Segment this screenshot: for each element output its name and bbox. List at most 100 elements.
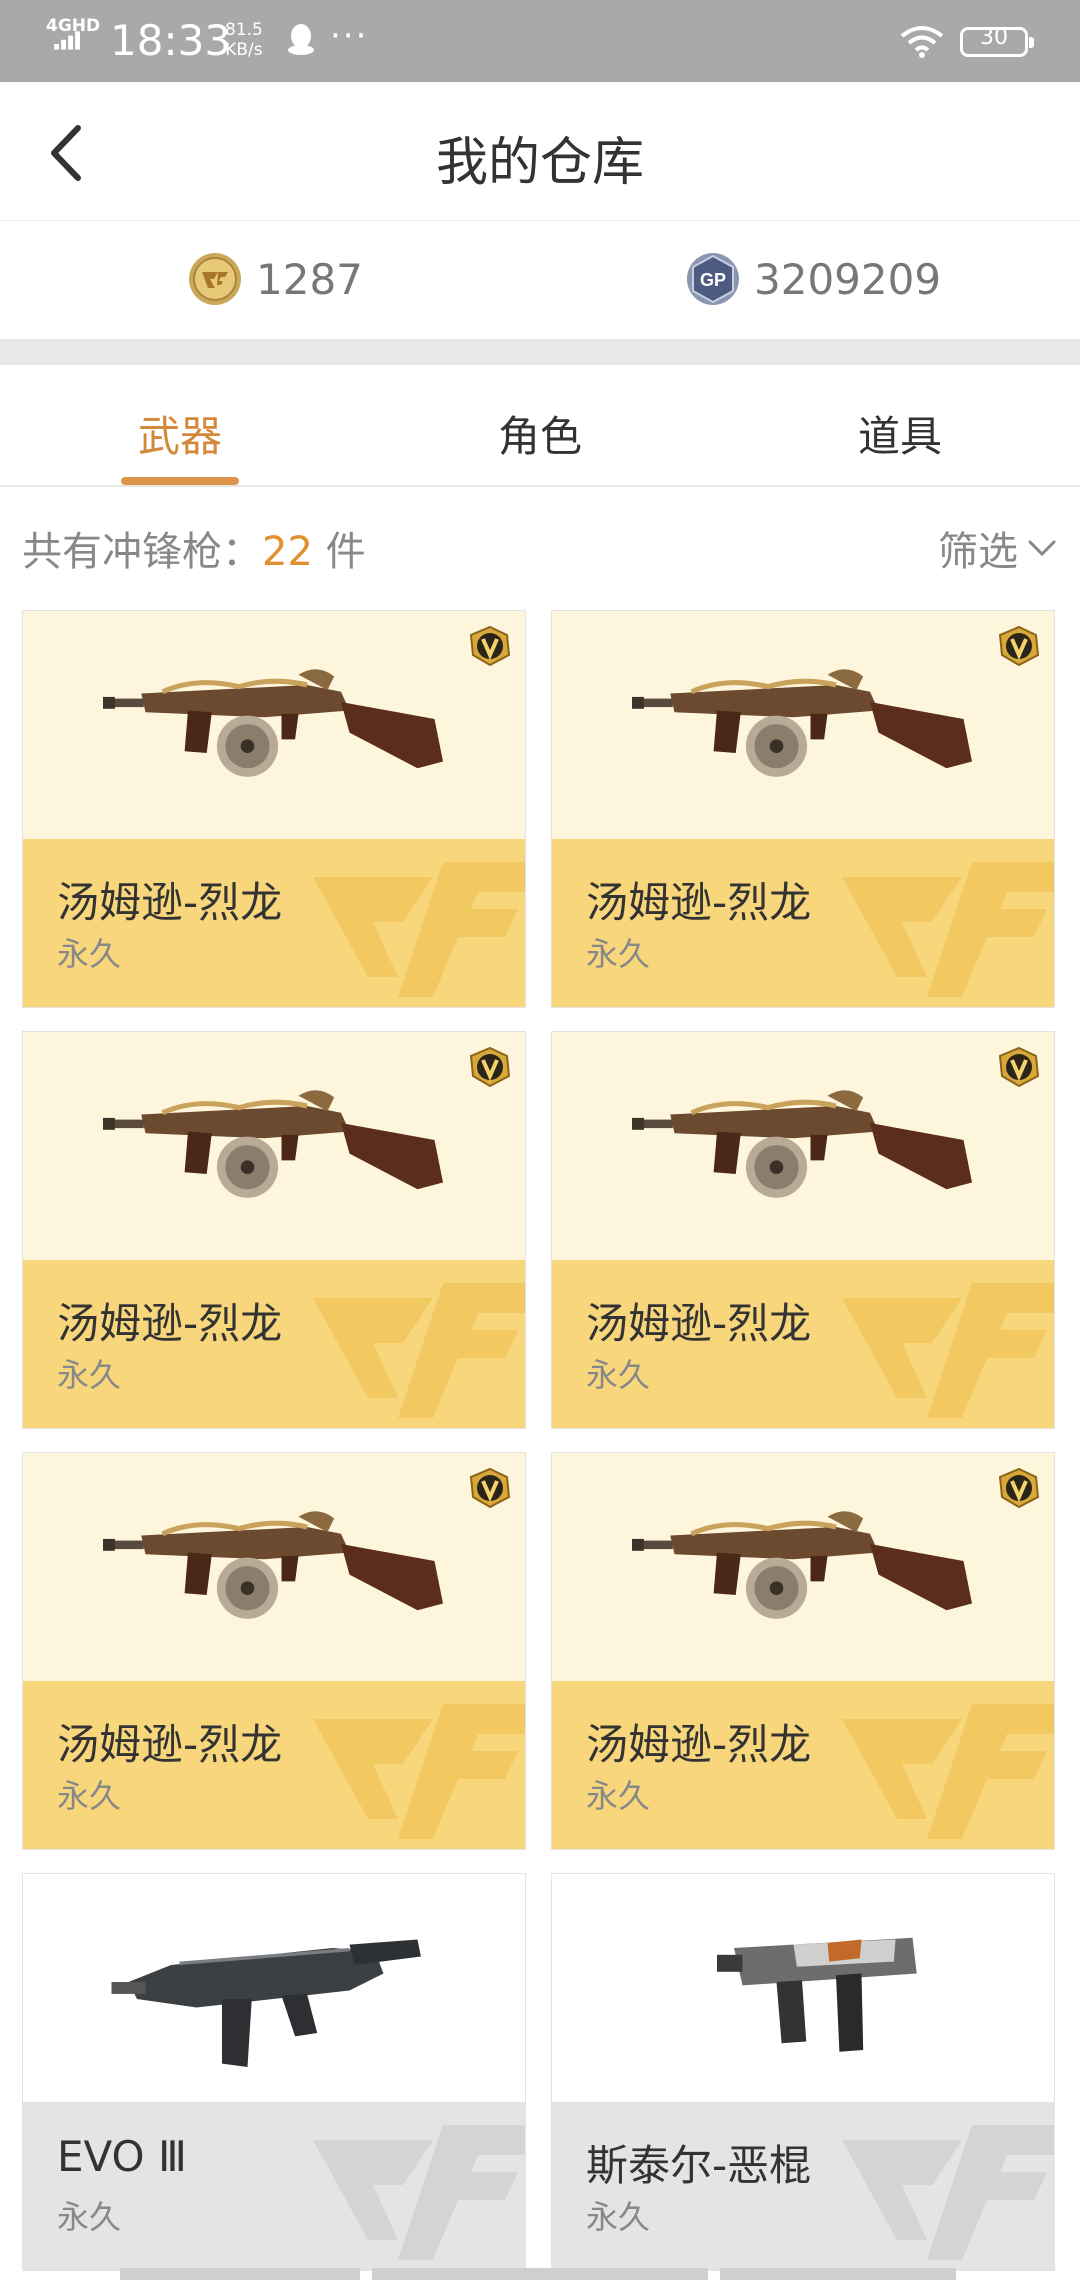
weapon-image — [111, 1939, 421, 2067]
item-info-area: 汤姆逊-烈龙 永久 — [23, 1681, 525, 1849]
item-info-area: 汤姆逊-烈龙 永久 — [552, 1681, 1054, 1849]
item-card[interactable]: 汤姆逊-烈龙 永久 — [551, 1452, 1055, 1850]
item-duration: 永久 — [586, 935, 651, 973]
vip-badge-icon — [998, 1467, 1040, 1509]
nav-header: 我的仓库 — [0, 82, 1080, 221]
gp-coin-icon: GP — [687, 253, 739, 305]
more-notifications-icon: ··· — [330, 16, 369, 56]
item-image-area — [23, 1874, 525, 2102]
status-bar: 4GHD 18:33 81.5 KB/s ··· 30 — [0, 0, 1080, 82]
item-name: 汤姆逊-烈龙 — [57, 878, 283, 927]
vip-badge-icon — [469, 1467, 511, 1509]
gp-points: GP 3209209 — [686, 249, 941, 309]
item-name: 斯泰尔-恶棍 — [586, 2141, 812, 2190]
tab-weapons[interactable]: 武器 — [80, 403, 280, 464]
item-duration: 永久 — [57, 1777, 122, 1815]
cf-points-value: 1287 — [256, 254, 363, 304]
item-name: 汤姆逊-烈龙 — [586, 878, 812, 927]
weapon-image — [717, 1937, 917, 2052]
page-title: 我的仓库 — [435, 133, 644, 193]
weapon-image — [632, 1090, 972, 1198]
item-card[interactable]: 汤姆逊-烈龙 永久 — [22, 610, 526, 1008]
wifi-icon — [900, 26, 944, 58]
item-info-area: 汤姆逊-烈龙 永久 — [552, 839, 1054, 1007]
item-duration: 永久 — [57, 1356, 122, 1394]
cf-logo-watermark — [313, 1704, 525, 1839]
item-image-area — [552, 611, 1054, 839]
item-image-area — [552, 1453, 1054, 1681]
item-card[interactable]: 汤姆逊-烈龙 永久 — [551, 610, 1055, 1008]
item-duration: 永久 — [586, 1777, 651, 1815]
summary-row: 共有冲锋枪：22 件 筛选 — [0, 487, 1080, 597]
item-info-area: 汤姆逊-烈龙 永久 — [23, 839, 525, 1007]
signal-icon — [54, 31, 80, 50]
item-name: 汤姆逊-烈龙 — [57, 1299, 283, 1348]
vip-badge-icon — [469, 1046, 511, 1088]
speed-value: 81.5 — [225, 20, 263, 40]
item-count-suffix: 件 — [312, 529, 366, 575]
vip-badge-icon — [469, 625, 511, 667]
cf-logo-watermark — [313, 1283, 525, 1418]
item-name: 汤姆逊-烈龙 — [586, 1720, 812, 1769]
gp-points-value: 3209209 — [754, 254, 942, 304]
gp-badge-text: GP — [700, 270, 726, 290]
cf-logo-watermark — [313, 2125, 525, 2260]
item-card[interactable]: 汤姆逊-烈龙 永久 — [22, 1031, 526, 1429]
network-speed: 81.5 KB/s — [225, 20, 263, 60]
cf-logo-watermark — [842, 1283, 1054, 1418]
item-name: EVO Ⅲ — [57, 2132, 187, 2181]
item-info-area: EVO Ⅲ 永久 — [23, 2102, 525, 2270]
active-tab-indicator — [121, 477, 239, 485]
item-count-number: 22 — [262, 529, 313, 575]
filter-button[interactable]: 筛选 — [938, 519, 1058, 577]
scroll-hint — [120, 2268, 360, 2280]
tab-props[interactable]: 道具 — [800, 403, 1000, 464]
cf-logo-watermark — [842, 862, 1054, 997]
cf-points: 1287 — [188, 249, 363, 309]
tab-characters[interactable]: 角色 — [440, 403, 640, 464]
cf-logo-watermark — [842, 1704, 1054, 1839]
item-image-area — [23, 1032, 525, 1260]
weapon-image — [103, 1511, 443, 1619]
battery-icon: 30 — [960, 25, 1034, 57]
item-image-area — [552, 1032, 1054, 1260]
item-duration: 永久 — [57, 935, 122, 973]
item-count: 共有冲锋枪：22 件 — [22, 519, 366, 577]
item-count-prefix: 共有冲锋枪： — [22, 529, 262, 575]
item-info-area: 汤姆逊-烈龙 永久 — [552, 1260, 1054, 1428]
clock: 18:33 — [110, 16, 232, 65]
weapon-image — [103, 1090, 443, 1198]
item-duration: 永久 — [586, 1356, 651, 1394]
speed-unit: KB/s — [225, 40, 263, 60]
item-duration: 永久 — [57, 2198, 122, 2236]
item-name: 汤姆逊-烈龙 — [586, 1299, 812, 1348]
weapon-image — [632, 1511, 972, 1619]
item-image-area — [23, 1453, 525, 1681]
weapon-image — [103, 669, 443, 777]
item-card[interactable]: EVO Ⅲ 永久 — [22, 1873, 526, 2271]
chevron-down-icon — [1028, 540, 1056, 557]
scroll-hint — [720, 2268, 956, 2280]
cf-logo-watermark — [313, 862, 525, 997]
item-card[interactable]: 汤姆逊-烈龙 永久 — [551, 1031, 1055, 1429]
category-tabs: 武器 角色 道具 — [0, 365, 1080, 487]
item-card[interactable]: 斯泰尔-恶棍 永久 — [551, 1873, 1055, 2271]
item-info-area: 汤姆逊-烈龙 永久 — [23, 1260, 525, 1428]
item-name: 汤姆逊-烈龙 — [57, 1720, 283, 1769]
battery-level: 30 — [980, 25, 1008, 50]
section-divider — [0, 339, 1080, 365]
weapon-image — [632, 669, 972, 777]
vip-badge-icon — [998, 1046, 1040, 1088]
item-duration: 永久 — [586, 2198, 651, 2236]
cf-logo-watermark — [842, 2125, 1054, 2260]
scroll-hint — [372, 2268, 708, 2280]
vip-badge-icon — [998, 625, 1040, 667]
item-image-area — [23, 611, 525, 839]
qq-icon — [288, 24, 314, 55]
currency-bar: 1287 GP 3209209 — [0, 221, 1080, 339]
item-card[interactable]: 汤姆逊-烈龙 永久 — [22, 1452, 526, 1850]
item-image-area — [552, 1874, 1054, 2102]
filter-label: 筛选 — [938, 529, 1018, 575]
item-info-area: 斯泰尔-恶棍 永久 — [552, 2102, 1054, 2270]
cf-coin-icon — [189, 253, 241, 305]
